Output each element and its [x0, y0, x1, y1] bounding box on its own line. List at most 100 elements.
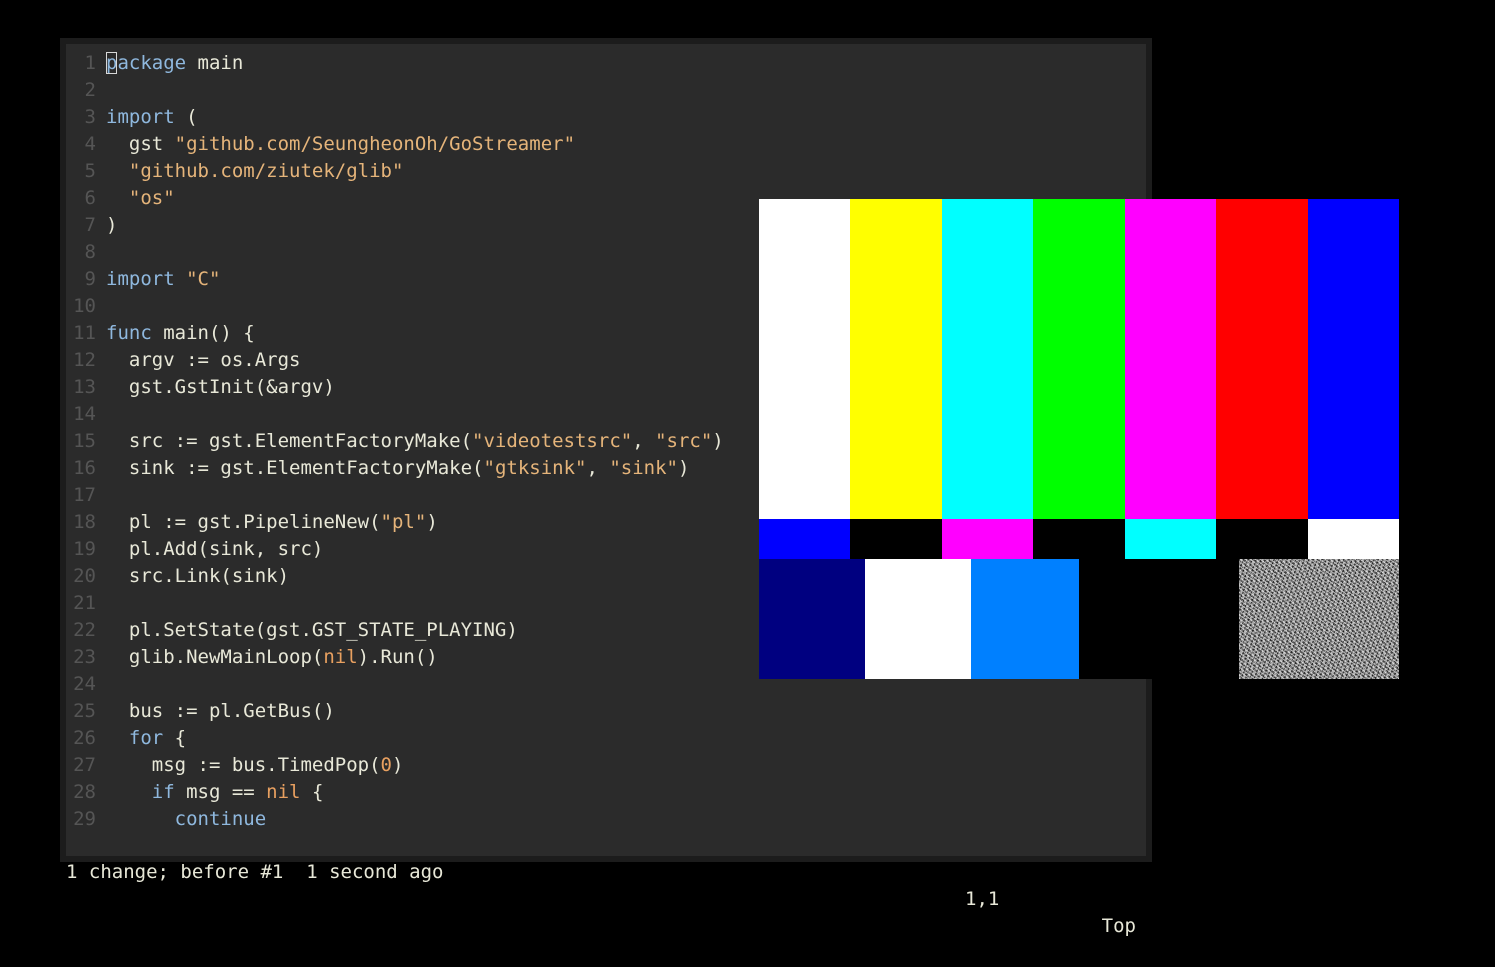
code-token: "gtksink" [483, 457, 587, 479]
line-number: 4 [84, 133, 96, 155]
color-bar [1125, 199, 1216, 519]
code-token: pl.SetState(gst.GST_STATE_PLAYING) [106, 619, 518, 641]
line-number: 2 [84, 79, 96, 101]
code-line[interactable]: 5 "github.com/ziutek/glib" [66, 158, 1146, 185]
color-bar [942, 199, 1033, 519]
line-number: 23 [73, 646, 96, 668]
line-number: 28 [73, 781, 96, 803]
code-token: { [300, 781, 324, 803]
line-number: 21 [73, 592, 96, 614]
code-token: nil [266, 781, 301, 803]
color-bar-middle [1308, 519, 1399, 559]
code-token: gst.GstInit(&argv) [106, 376, 335, 398]
color-bar [1033, 199, 1125, 519]
code-line[interactable]: 27 msg := bus.TimedPop(0) [66, 752, 1146, 779]
color-bar [759, 199, 850, 519]
code-token: pl := gst.PipelineNew( [106, 511, 381, 533]
line-number: 8 [84, 241, 96, 263]
line-number: 20 [73, 565, 96, 587]
line-number: 3 [84, 106, 96, 128]
line-number: 16 [73, 457, 96, 479]
code-token: "github.com/ziutek/glib" [128, 160, 404, 182]
line-number: 6 [84, 187, 96, 209]
code-token: package [106, 52, 187, 74]
code-token: glib.NewMainLoop( [106, 646, 324, 668]
text-cursor: p [106, 52, 118, 74]
color-bar [850, 199, 942, 519]
code-token: ) [392, 754, 404, 776]
line-number: 9 [84, 268, 96, 290]
code-line[interactable]: 29 continue [66, 806, 1146, 833]
line-number: 10 [73, 295, 96, 317]
pluge-block [865, 559, 971, 679]
color-bar [1216, 199, 1308, 519]
code-token: , [586, 457, 610, 479]
code-token: src.Link(sink) [106, 565, 290, 587]
line-number: 13 [73, 376, 96, 398]
video-test-pattern-window[interactable] [759, 199, 1399, 679]
code-line[interactable]: 26 for { [66, 725, 1146, 752]
pluge-block [1185, 559, 1239, 679]
color-bar-middle [759, 519, 850, 559]
code-token: src := gst.ElementFactoryMake( [106, 430, 473, 452]
code-token: "C" [186, 268, 221, 290]
color-bar-middle [1125, 519, 1216, 559]
line-number: 26 [73, 727, 96, 749]
scroll-indicator: Top [1101, 915, 1136, 937]
line-number: 19 [73, 538, 96, 560]
code-token: , [632, 430, 656, 452]
line-number: 29 [73, 808, 96, 830]
code-token: "videotestsrc" [472, 430, 633, 452]
line-number: 12 [73, 349, 96, 371]
code-token: func [106, 322, 152, 344]
code-token: ) [712, 430, 724, 452]
code-token: "github.com/SeungheonOh/GoStreamer" [174, 133, 576, 155]
code-token: ( [174, 106, 198, 128]
line-number: 11 [73, 322, 96, 344]
code-token: for [128, 727, 164, 749]
line-number: 22 [73, 619, 96, 641]
line-number: 25 [73, 700, 96, 722]
color-bar-middle [1033, 519, 1125, 559]
code-token: gst [106, 133, 175, 155]
color-bar-middle [850, 519, 942, 559]
status-message: 1 change; before #1 1 second ago [66, 861, 444, 883]
code-token: 0 [380, 754, 392, 776]
line-number: 17 [73, 484, 96, 506]
code-token: ) [677, 457, 690, 479]
line-number: 7 [84, 214, 96, 236]
code-token: { [163, 727, 187, 749]
code-line[interactable]: 2 [66, 77, 1146, 104]
code-token: import [106, 268, 175, 290]
code-token: msg == [174, 781, 267, 803]
static-noise-block [1239, 559, 1399, 679]
line-number: 18 [73, 511, 96, 533]
code-token: argv := os.Args [106, 349, 301, 371]
line-number: 1 [84, 52, 96, 74]
cursor-position: 1,1 [965, 888, 1000, 910]
code-token: sink := gst.ElementFactoryMake( [106, 457, 484, 479]
code-token: "src" [655, 430, 713, 452]
code-line[interactable]: 1 package main [66, 50, 1146, 77]
line-number: 15 [73, 430, 96, 452]
code-line[interactable]: 25 bus := pl.GetBus() [66, 698, 1146, 725]
code-token: import [106, 106, 175, 128]
code-token: "pl" [380, 511, 427, 533]
code-token: ) [106, 214, 118, 236]
code-token: main [186, 52, 244, 74]
code-token: nil [323, 646, 358, 668]
code-line[interactable]: 28 if msg == nil { [66, 779, 1146, 806]
status-bar: 1 change; before #1 1 second ago 1,1 Top [66, 832, 1146, 937]
pluge-block [971, 559, 1079, 679]
pluge-block [1079, 559, 1185, 679]
line-number: 27 [73, 754, 96, 776]
line-number: 14 [73, 403, 96, 425]
code-line[interactable]: 3 import ( [66, 104, 1146, 131]
code-line[interactable]: 4 gst "github.com/SeungheonOh/GoStreamer… [66, 131, 1146, 158]
